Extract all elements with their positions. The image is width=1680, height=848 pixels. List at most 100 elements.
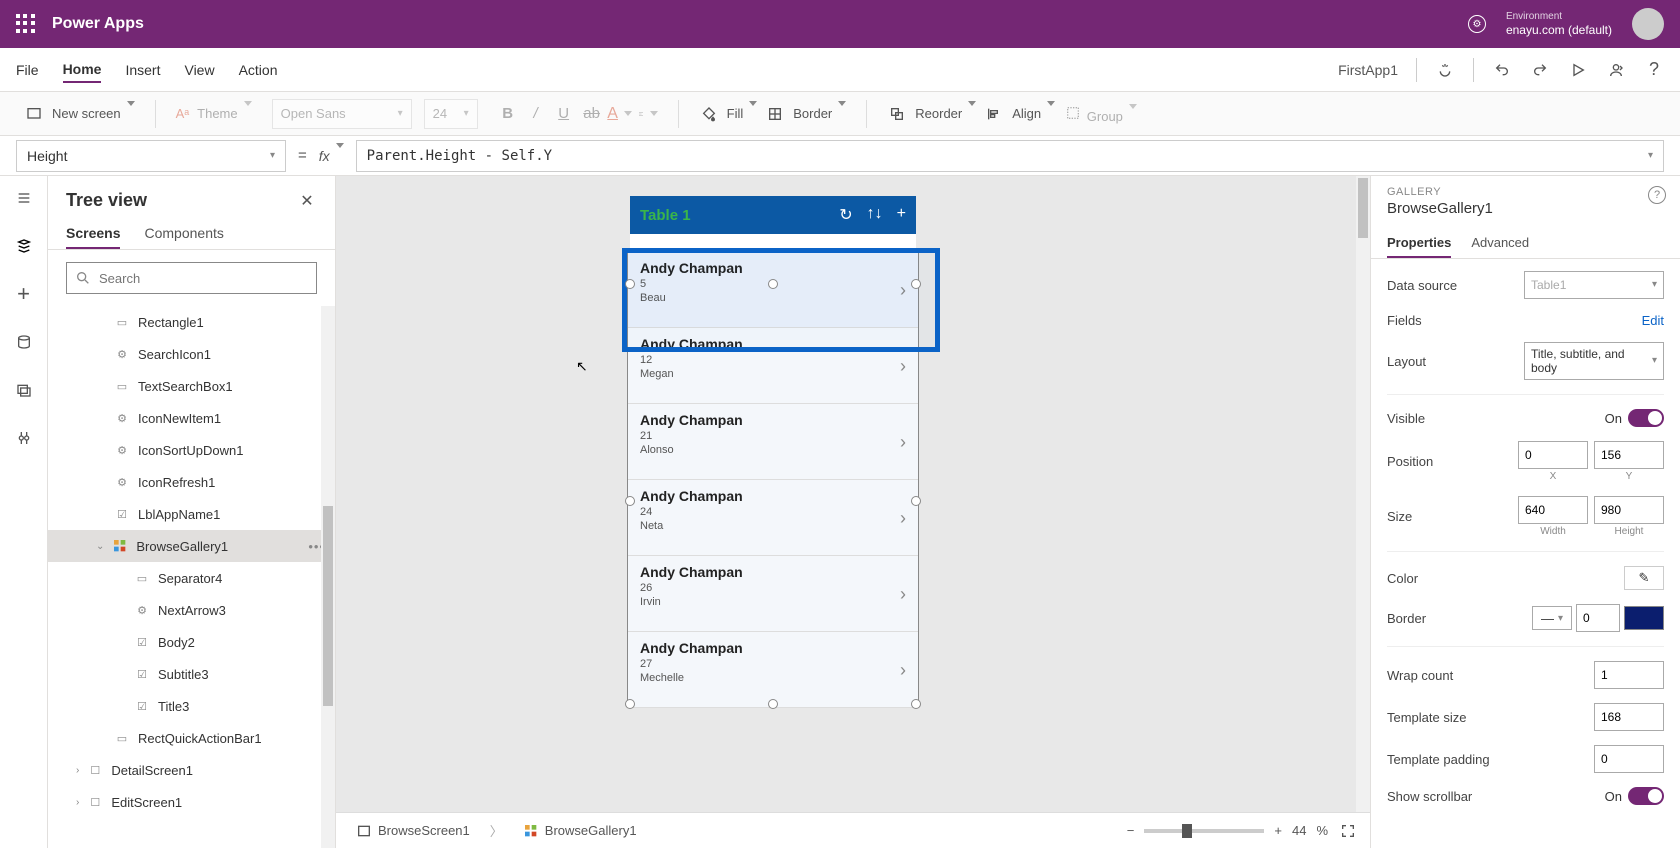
add-icon[interactable]: +: [897, 205, 906, 225]
tree-item-editscreen1[interactable]: ›☐EditScreen1: [48, 786, 335, 818]
border-style-select[interactable]: — ▾: [1532, 606, 1572, 630]
canvas-scrollbar[interactable]: [1356, 176, 1370, 848]
tree-item-rectangle1[interactable]: ▭Rectangle1: [48, 306, 335, 338]
tree-item-rectquickactionbar1[interactable]: ▭RectQuickActionBar1: [48, 722, 335, 754]
undo-icon[interactable]: [1492, 60, 1512, 80]
text-align-icon[interactable]: [638, 104, 658, 124]
tools-icon[interactable]: [14, 428, 34, 448]
gallery-item[interactable]: Andy Champan27Mechelle›: [628, 632, 918, 708]
redo-icon[interactable]: [1530, 60, 1550, 80]
tree-item-nextarrow3[interactable]: ⚙NextArrow3: [48, 594, 335, 626]
scrollbar[interactable]: [321, 306, 335, 848]
menu-file[interactable]: File: [16, 58, 39, 82]
data-icon[interactable]: [14, 332, 34, 352]
gallery-item[interactable]: Andy Champan5Beau›: [628, 252, 918, 328]
expand-icon[interactable]: ›: [76, 765, 79, 776]
hamburger-icon[interactable]: [14, 188, 34, 208]
tree-item-iconnewitem1[interactable]: ⚙IconNewItem1: [48, 402, 335, 434]
formula-input[interactable]: Parent.Height - Self.Y▾: [356, 140, 1664, 172]
tree-item-subtitle3[interactable]: ☑Subtitle3: [48, 658, 335, 690]
tree-item-separator4[interactable]: ▭Separator4: [48, 562, 335, 594]
menu-view[interactable]: View: [184, 58, 214, 82]
italic-icon[interactable]: /: [526, 104, 546, 124]
refresh-icon[interactable]: ↻: [839, 205, 852, 225]
canvas[interactable]: Table 1 ↻ ↑↓ + Andy Champan5Beau›Andy Ch…: [336, 176, 1370, 848]
resize-handle[interactable]: [768, 699, 778, 709]
resize-handle[interactable]: [625, 496, 635, 506]
zoom-in-icon[interactable]: +: [1274, 823, 1282, 838]
resize-handle[interactable]: [911, 279, 921, 289]
tree-item-body2[interactable]: ☑Body2: [48, 626, 335, 658]
tree-item-iconrefresh1[interactable]: ⚙IconRefresh1: [48, 466, 335, 498]
new-screen-dropdown[interactable]: New screen: [52, 106, 135, 121]
tree-item-searchicon1[interactable]: ⚙SearchIcon1: [48, 338, 335, 370]
chevron-right-icon[interactable]: ›: [900, 584, 906, 605]
group-dropdown[interactable]: Group: [1087, 109, 1137, 124]
gallery-item[interactable]: Andy Champan26Irvin›: [628, 556, 918, 632]
environment-icon[interactable]: ⚙: [1468, 15, 1486, 33]
help-icon[interactable]: ?: [1644, 60, 1664, 80]
fields-edit-link[interactable]: Edit: [1642, 313, 1664, 328]
search-box[interactable]: [630, 234, 916, 252]
height-input[interactable]: [1594, 496, 1664, 524]
menu-insert[interactable]: Insert: [125, 58, 160, 82]
waffle-icon[interactable]: [16, 14, 36, 34]
browse-gallery[interactable]: Andy Champan5Beau›Andy Champan12Megan›An…: [628, 252, 918, 704]
width-input[interactable]: [1518, 496, 1588, 524]
template-padding-input[interactable]: [1594, 745, 1664, 773]
pos-y-input[interactable]: [1594, 441, 1664, 469]
resize-handle[interactable]: [625, 699, 635, 709]
chevron-right-icon[interactable]: ›: [900, 660, 906, 681]
resize-handle[interactable]: [911, 699, 921, 709]
theme-dropdown[interactable]: Theme: [197, 106, 251, 121]
chevron-right-icon[interactable]: ›: [900, 508, 906, 529]
layout-select[interactable]: Title, subtitle, and body▾: [1524, 342, 1664, 380]
resize-handle[interactable]: [625, 279, 635, 289]
tree-item-title3[interactable]: ☑Title3: [48, 690, 335, 722]
chevron-right-icon[interactable]: ›: [900, 432, 906, 453]
reorder-dropdown[interactable]: Reorder: [915, 106, 976, 121]
tree-search-input[interactable]: [99, 271, 308, 286]
chevron-right-icon[interactable]: ›: [900, 280, 906, 301]
strike-icon[interactable]: ab: [582, 104, 602, 124]
breadcrumb-screen[interactable]: BrowseScreen1: [348, 819, 478, 843]
tree-search[interactable]: [66, 262, 317, 294]
border-width-input[interactable]: [1576, 604, 1620, 632]
breadcrumb-gallery[interactable]: BrowseGallery1: [515, 819, 645, 843]
tab-properties[interactable]: Properties: [1387, 229, 1451, 258]
gallery-item[interactable]: Andy Champan12Megan›: [628, 328, 918, 404]
resize-handle[interactable]: [768, 279, 778, 289]
template-size-input[interactable]: [1594, 703, 1664, 731]
play-icon[interactable]: [1568, 60, 1588, 80]
expand-icon[interactable]: ›: [76, 797, 79, 808]
zoom-slider[interactable]: [1144, 829, 1264, 833]
media-icon[interactable]: [14, 380, 34, 400]
chevron-right-icon[interactable]: ›: [900, 356, 906, 377]
tree-item-lblappname1[interactable]: ☑LblAppName1: [48, 498, 335, 530]
tree-item-browsegallery1[interactable]: ⌄BrowseGallery1•••: [48, 530, 335, 562]
wrap-count-input[interactable]: [1594, 661, 1664, 689]
tab-advanced[interactable]: Advanced: [1471, 229, 1529, 258]
font-dropdown[interactable]: Open Sans▾: [272, 99, 412, 129]
info-icon[interactable]: ?: [1648, 186, 1666, 204]
font-size-dropdown[interactable]: 24▾: [424, 99, 478, 129]
tree-item-detailscreen1[interactable]: ›☐DetailScreen1: [48, 754, 335, 786]
visible-toggle[interactable]: [1628, 409, 1664, 427]
gallery-item[interactable]: Andy Champan24Neta›: [628, 480, 918, 556]
border-color-swatch[interactable]: [1624, 606, 1664, 630]
gallery-item[interactable]: Andy Champan21Alonso›: [628, 404, 918, 480]
share-icon[interactable]: [1606, 60, 1626, 80]
tab-components[interactable]: Components: [144, 219, 223, 249]
fill-dropdown[interactable]: Fill: [727, 106, 758, 121]
close-icon[interactable]: ✕: [297, 191, 317, 211]
data-source-select[interactable]: Table1▾: [1524, 271, 1664, 299]
fit-icon[interactable]: [1338, 821, 1358, 841]
property-selector[interactable]: Height▾: [16, 140, 286, 172]
fx-icon[interactable]: fx: [319, 148, 344, 164]
border-dropdown[interactable]: Border: [793, 106, 846, 121]
bold-icon[interactable]: B: [498, 104, 518, 124]
resize-handle[interactable]: [911, 496, 921, 506]
tree-item-textsearchbox1[interactable]: ▭TextSearchBox1: [48, 370, 335, 402]
sort-icon[interactable]: ↑↓: [867, 205, 883, 225]
scrollbar-toggle[interactable]: [1628, 787, 1664, 805]
